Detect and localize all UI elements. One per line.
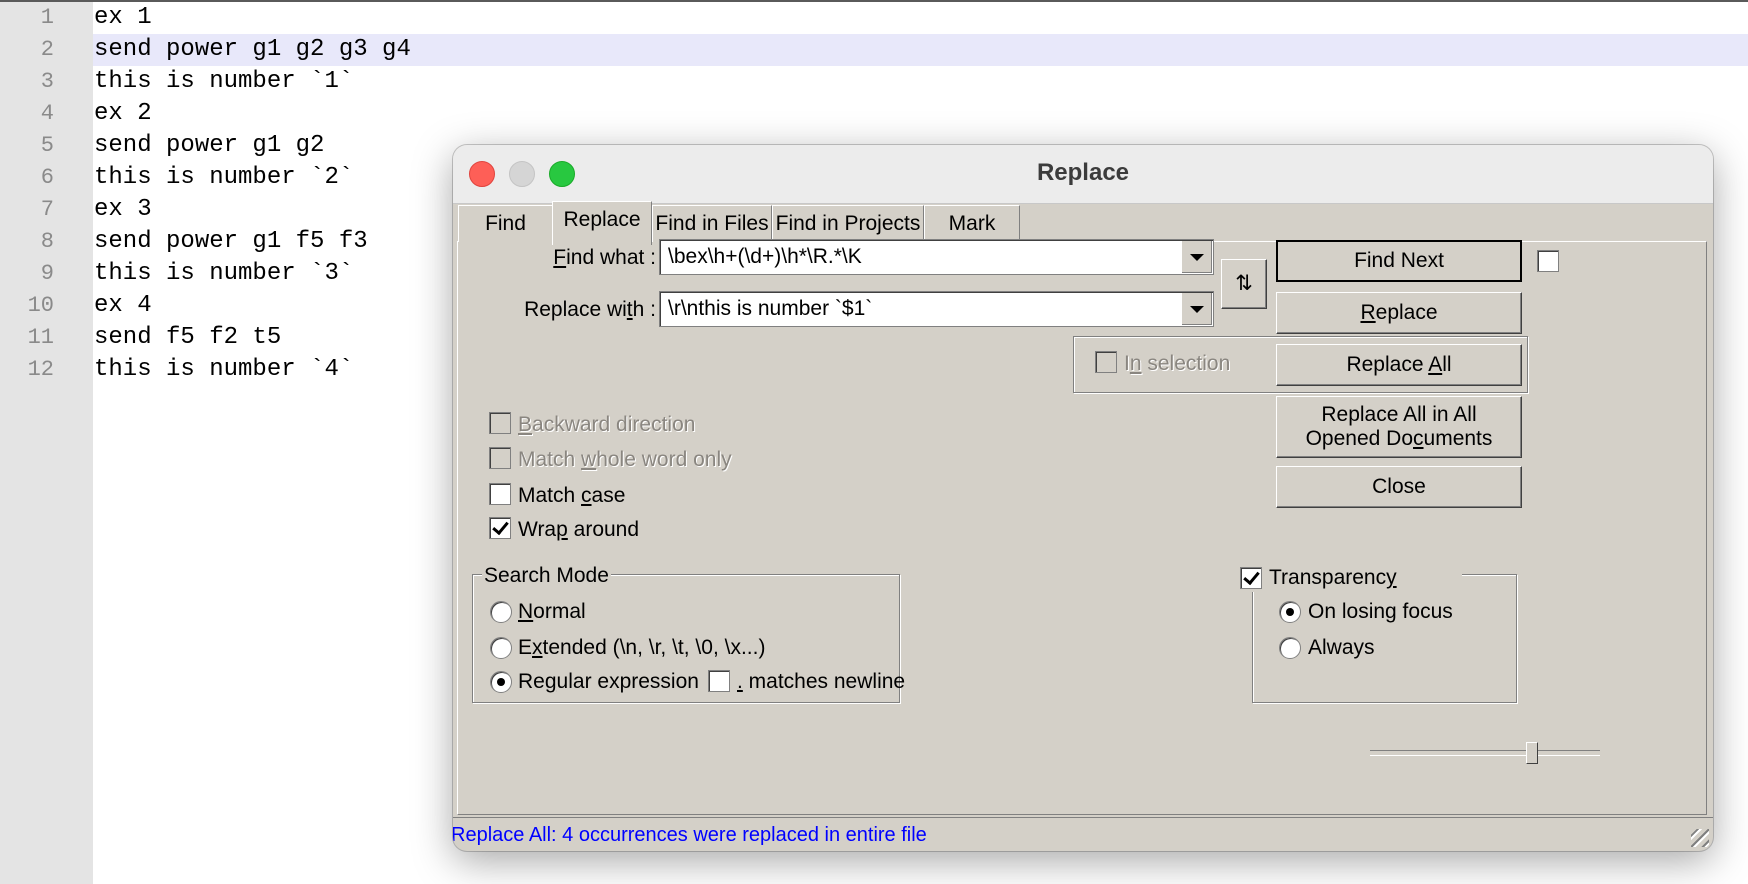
replace-dialog: Replace Find Replace Find in Files Find … bbox=[453, 145, 1713, 851]
line-number: 10 bbox=[27, 293, 54, 318]
swap-find-replace-button[interactable]: ⇅ bbox=[1221, 259, 1267, 309]
chevron-down-icon[interactable] bbox=[1181, 293, 1212, 325]
code-line[interactable]: this is number `1` bbox=[94, 66, 353, 98]
tab-mark[interactable]: Mark bbox=[924, 205, 1020, 242]
match-case-checkbox[interactable] bbox=[489, 483, 511, 505]
matches-newline-label: . matches newline bbox=[737, 670, 906, 693]
code-line[interactable]: this is number `2` bbox=[94, 162, 353, 194]
code-line[interactable]: ex 3 bbox=[94, 194, 152, 226]
match-case-label: Match case bbox=[518, 484, 626, 507]
transparency-on-losing-focus-radio[interactable] bbox=[1279, 601, 1301, 623]
tab-find-in-projects[interactable]: Find in Projects bbox=[772, 205, 924, 242]
replace-button-label: Replace bbox=[1360, 301, 1438, 324]
replace-button[interactable]: Replace bbox=[1276, 292, 1522, 334]
dialog-title: Replace bbox=[1036, 159, 1130, 186]
code-line[interactable]: ex 4 bbox=[94, 290, 152, 322]
line-number: 2 bbox=[40, 37, 54, 62]
search-mode-extended-radio[interactable] bbox=[490, 637, 512, 659]
replace-with-label: Replace with : bbox=[524, 298, 656, 321]
code-line[interactable]: ex 2 bbox=[94, 98, 152, 130]
line-number: 4 bbox=[40, 101, 54, 126]
tab-find[interactable]: Find bbox=[458, 205, 553, 242]
wrap-around-checkbox[interactable] bbox=[489, 517, 511, 539]
line-number: 8 bbox=[40, 229, 54, 254]
line-number: 1 bbox=[40, 5, 54, 30]
status-message: Replace All: 4 occurrences were replaced… bbox=[453, 824, 927, 846]
search-mode-regex-label: Regular expression bbox=[518, 670, 699, 693]
find-next-button[interactable]: Find Next bbox=[1276, 240, 1522, 282]
replace-all-in-all-opened-documents-button[interactable]: Replace All in All Opened Documents bbox=[1276, 396, 1522, 458]
code-line[interactable]: send power g1 g2 bbox=[94, 130, 324, 162]
find-what-value[interactable]: \bex\h+(\d+)\h*\R.*\K bbox=[668, 240, 862, 274]
find-what-label: Find what : bbox=[553, 246, 656, 269]
replace-with-combo[interactable]: \r\nthis is number `$1` bbox=[659, 291, 1214, 327]
code-line[interactable]: ex 1 bbox=[94, 2, 152, 34]
replace-all-label: Replace All bbox=[1346, 353, 1452, 376]
line-number: 11 bbox=[27, 325, 54, 350]
matches-newline-checkbox[interactable] bbox=[708, 670, 730, 692]
line-number: 3 bbox=[40, 69, 54, 94]
in-selection-label: In selection bbox=[1124, 352, 1231, 375]
transparency-slider-track[interactable] bbox=[1370, 750, 1600, 756]
chevron-down-icon[interactable] bbox=[1181, 241, 1212, 273]
code-line[interactable]: send f5 f2 t5 bbox=[94, 322, 281, 354]
match-whole-word-label: Match whole word only bbox=[518, 448, 732, 471]
wrap-around-label: Wrap around bbox=[518, 518, 640, 541]
line-number: 6 bbox=[40, 165, 54, 190]
replace-all-docs-line2: Opened Documents bbox=[1305, 427, 1493, 450]
code-line[interactable]: send power g1 f5 f3 bbox=[94, 226, 368, 258]
transparency-on-losing-focus-label: On losing focus bbox=[1308, 600, 1453, 623]
search-mode-normal-label: Normal bbox=[518, 600, 586, 623]
tab-replace[interactable]: Replace bbox=[552, 201, 652, 245]
editor-top-border bbox=[0, 0, 1748, 2]
transparency-checkbox[interactable] bbox=[1240, 567, 1262, 589]
search-mode-extended-label: Extended (\n, \r, \t, \0, \x...) bbox=[518, 636, 766, 659]
backward-direction-checkbox[interactable] bbox=[489, 412, 511, 434]
backward-direction-label: Backward direction bbox=[518, 413, 696, 436]
dialog-titlebar[interactable]: Replace bbox=[453, 145, 1713, 204]
swap-icon: ⇅ bbox=[1235, 272, 1253, 295]
code-line[interactable]: this is number `3` bbox=[94, 258, 353, 290]
find-what-combo[interactable]: \bex\h+(\d+)\h*\R.*\K bbox=[659, 239, 1214, 275]
code-line[interactable]: this is number `4` bbox=[94, 354, 353, 386]
replace-all-docs-line1: Replace All in All bbox=[1321, 403, 1477, 426]
line-number: 7 bbox=[40, 197, 54, 222]
search-mode-title: Search Mode bbox=[482, 564, 611, 588]
line-number: 12 bbox=[27, 357, 54, 382]
search-mode-normal-radio[interactable] bbox=[490, 601, 512, 623]
transparency-slider-thumb[interactable] bbox=[1526, 742, 1538, 764]
transparency-label: Transparency bbox=[1269, 566, 1397, 589]
tab-find-in-files[interactable]: Find in Files bbox=[652, 205, 772, 242]
close-button[interactable]: Close bbox=[1276, 466, 1522, 508]
match-whole-word-checkbox[interactable] bbox=[489, 447, 511, 469]
find-next-extra-checkbox[interactable] bbox=[1537, 250, 1559, 272]
replace-all-button[interactable]: Replace All bbox=[1276, 344, 1522, 386]
status-bar: Replace All: 4 occurrences were replaced… bbox=[453, 817, 1713, 851]
line-number: 5 bbox=[40, 133, 54, 158]
replace-with-value[interactable]: \r\nthis is number `$1` bbox=[668, 292, 872, 326]
transparency-always-radio[interactable] bbox=[1279, 637, 1301, 659]
in-selection-checkbox[interactable] bbox=[1095, 351, 1117, 373]
line-number: 9 bbox=[40, 261, 54, 286]
resize-grip-icon[interactable] bbox=[1691, 829, 1709, 847]
search-mode-regex-radio[interactable] bbox=[490, 671, 512, 693]
code-line[interactable]: send power g1 g2 g3 g4 bbox=[94, 34, 411, 66]
transparency-always-label: Always bbox=[1308, 636, 1375, 659]
